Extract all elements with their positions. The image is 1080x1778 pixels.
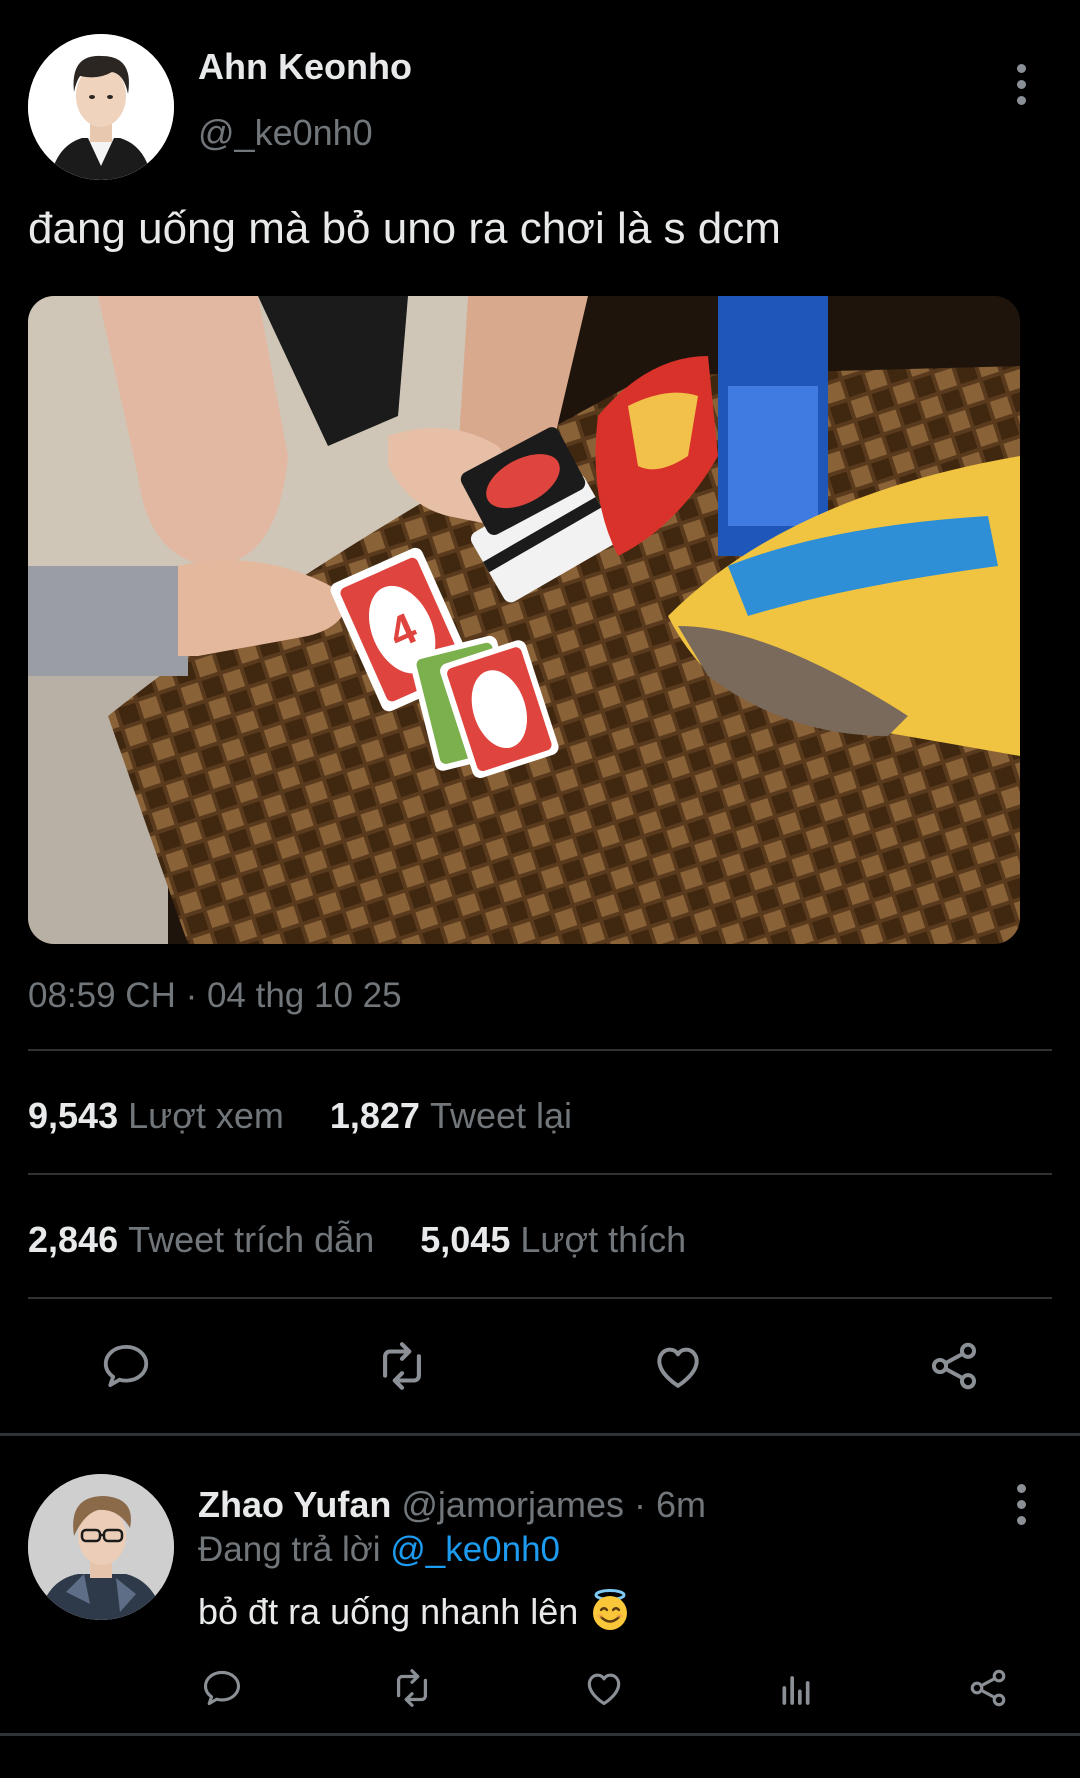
analytics-icon bbox=[782, 1676, 810, 1705]
share-icon bbox=[970, 1669, 1006, 1707]
share-button[interactable] bbox=[924, 1336, 984, 1396]
reply-reply-button[interactable] bbox=[198, 1664, 246, 1712]
retweets-label: Tweet lại bbox=[429, 1095, 573, 1136]
like-button[interactable] bbox=[648, 1336, 708, 1396]
views-label: Lượt xem bbox=[128, 1095, 284, 1136]
quotes-stat[interactable]: 2,846 Tweet trích dẫn bbox=[28, 1219, 420, 1260]
quotes-count: 2,846 bbox=[28, 1219, 119, 1260]
retweets-count: 1,827 bbox=[329, 1095, 420, 1136]
divider bbox=[28, 1297, 1052, 1299]
retweet-button[interactable] bbox=[372, 1336, 432, 1396]
reply-author-avatar[interactable] bbox=[28, 1474, 174, 1620]
likes-stat[interactable]: 5,045 Lượt thích bbox=[420, 1219, 722, 1260]
divider bbox=[28, 1049, 1052, 1051]
heart-icon bbox=[587, 1673, 621, 1706]
replying-prefix: Đang trả lời bbox=[198, 1530, 381, 1569]
tweet-text: đang uống mà bỏ uno ra chơi là s dcm bbox=[28, 204, 781, 253]
retweet-icon bbox=[383, 1342, 421, 1390]
section-divider bbox=[0, 1733, 1080, 1736]
heart-icon bbox=[657, 1347, 699, 1388]
reply-text-line: bỏ đt ra uống nhanh lên bbox=[198, 1588, 632, 1641]
views-stat[interactable]: 9,543 Lượt xem bbox=[28, 1095, 330, 1136]
stats-row-views-retweets: 9,543 Lượt xem 1,827 Tweet lại bbox=[28, 1095, 608, 1137]
uno-photo-illustration: 4 bbox=[28, 296, 1020, 944]
more-options-icon[interactable] bbox=[1015, 64, 1027, 112]
replying-to-mention[interactable]: @_ke0nh0 bbox=[390, 1530, 560, 1569]
reply-header: Zhao Yufan @jamorjames · 6m bbox=[198, 1484, 706, 1526]
retweet-icon bbox=[396, 1669, 428, 1707]
stats-row-quotes-likes: 2,846 Tweet trích dẫn 5,045 Lượt thích bbox=[28, 1219, 722, 1261]
divider bbox=[28, 1173, 1052, 1175]
comment-icon bbox=[103, 1344, 149, 1388]
replying-to-line: Đang trả lời @_ke0nh0 bbox=[198, 1530, 560, 1570]
reply-retweet-button[interactable] bbox=[388, 1664, 436, 1712]
reply-analytics-button[interactable] bbox=[772, 1664, 820, 1712]
smiling-face-with-halo-icon bbox=[588, 1588, 632, 1641]
author-avatar[interactable] bbox=[28, 34, 174, 180]
views-count: 9,543 bbox=[28, 1095, 119, 1136]
reply-button[interactable] bbox=[96, 1336, 156, 1396]
retweets-stat[interactable]: 1,827 Tweet lại bbox=[330, 1095, 608, 1136]
share-icon bbox=[931, 1342, 977, 1390]
reply-more-options-icon[interactable] bbox=[1015, 1484, 1027, 1532]
author-name[interactable]: Ahn Keonho bbox=[198, 46, 412, 88]
tweet-photo[interactable]: 4 bbox=[28, 296, 1020, 944]
comment-icon bbox=[203, 1670, 241, 1706]
likes-label: Lượt thích bbox=[520, 1219, 687, 1260]
likes-count: 5,045 bbox=[420, 1219, 511, 1260]
reply-share-button[interactable] bbox=[964, 1664, 1012, 1712]
reply-text: bỏ đt ra uống nhanh lên bbox=[198, 1591, 579, 1633]
author-handle[interactable]: @_ke0nh0 bbox=[198, 112, 373, 154]
avatar-image bbox=[28, 34, 174, 180]
quotes-label: Tweet trích dẫn bbox=[128, 1219, 375, 1260]
section-divider bbox=[0, 1433, 1080, 1436]
avatar-image bbox=[28, 1474, 174, 1620]
reply-author-handle[interactable]: @jamorjames bbox=[401, 1484, 624, 1525]
tweet-timestamp[interactable]: 08:59 CH · 04 thg 10 25 bbox=[28, 976, 402, 1016]
reply-like-button[interactable] bbox=[580, 1664, 628, 1712]
reply-author-name[interactable]: Zhao Yufan bbox=[198, 1484, 391, 1525]
reply-time[interactable]: · 6m bbox=[634, 1484, 706, 1525]
